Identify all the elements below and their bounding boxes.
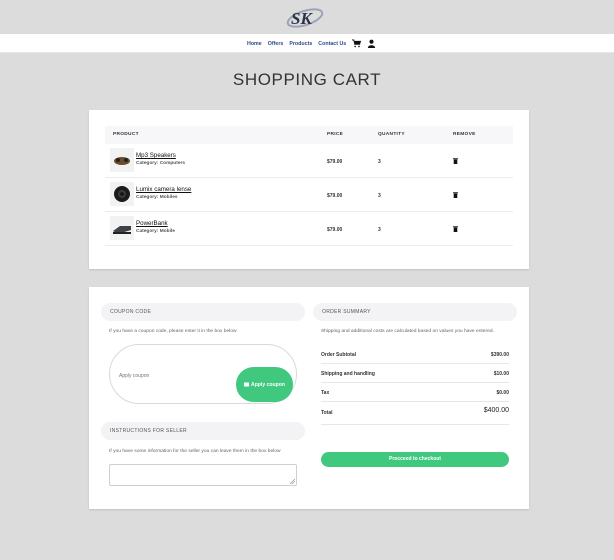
product-thumbnail[interactable]: [110, 216, 134, 240]
coupon-hint: If you have a coupon code, please enter …: [109, 329, 237, 334]
product-name-link[interactable]: Mp3 Speakers: [136, 152, 176, 159]
summary-row: Tax $0.00: [321, 384, 509, 402]
cart-icon[interactable]: [352, 39, 362, 48]
total-label: Total: [321, 410, 333, 416]
product-category: Category: Mobile: [136, 229, 175, 234]
total-value: $400.00: [483, 407, 509, 414]
trash-icon[interactable]: [453, 226, 458, 232]
product-quantity[interactable]: 3: [378, 227, 381, 233]
summary-total-row: Total $400.00: [321, 403, 509, 425]
coupon-input[interactable]: [117, 369, 221, 383]
nav-home[interactable]: Home: [247, 41, 262, 47]
trash-icon[interactable]: [453, 192, 458, 198]
checkout-card: COUPON CODE If you have a coupon code, p…: [89, 287, 529, 509]
product-quantity[interactable]: 3: [378, 159, 381, 165]
seller-instructions-textarea[interactable]: [109, 464, 297, 486]
apply-coupon-button[interactable]: Apply coupon: [236, 367, 293, 402]
coupon-field: Apply coupon: [109, 344, 297, 404]
coupon-heading: COUPON CODE: [101, 303, 305, 321]
product-category: Category: Computers: [136, 161, 186, 166]
summary-row: Order Subtotal $390.00: [321, 346, 509, 364]
seller-hint: If you have some information for the sel…: [109, 449, 281, 454]
cart-row: Lumix camera lense Category: Mobiles $79…: [105, 178, 513, 212]
ticket-icon: [244, 382, 250, 387]
nav-products[interactable]: Products: [289, 41, 312, 47]
proceed-to-checkout-button[interactable]: Procceed to checkout: [321, 452, 509, 467]
top-nav: Home Offers Products Contact Us: [0, 34, 614, 53]
col-remove: REMOVE: [453, 132, 476, 137]
resize-handle-icon[interactable]: [289, 478, 295, 484]
product-thumbnail[interactable]: [110, 148, 134, 172]
brand-logo[interactable]: SK: [286, 5, 326, 29]
summary-label: Order Subtotal: [321, 352, 357, 358]
logo-bar: SK: [0, 0, 614, 34]
summary-value: $0.00: [496, 390, 509, 396]
cart-row: Mp3 Speakers Category: Computers $79.00 …: [105, 144, 513, 178]
order-summary-note: Shipping and additional costs are calcul…: [321, 329, 494, 334]
cart-table-header: PRODUCT PRICE QUANTITY REMOVE: [105, 126, 513, 144]
summary-row: Shipping and handling $10.00: [321, 365, 509, 383]
product-name-link[interactable]: PowerBank: [136, 220, 168, 227]
user-icon[interactable]: [367, 39, 376, 48]
summary-label: Tax: [321, 390, 330, 396]
product-price: $79.00: [327, 227, 343, 233]
product-price: $79.00: [327, 159, 343, 165]
cart-card: PRODUCT PRICE QUANTITY REMOVE Mp3 Speake…: [89, 110, 529, 269]
col-product: PRODUCT: [113, 132, 139, 137]
seller-heading: INSTRUCTIONS FOR SELLER: [101, 422, 305, 440]
summary-value: $390.00: [490, 352, 509, 358]
page-title: SHOPPING CART: [232, 70, 382, 89]
summary-label: Shipping and handling: [321, 371, 375, 377]
cart-row: PowerBank Category: Mobile $79.00 3: [105, 212, 513, 246]
summary-value: $10.00: [493, 371, 509, 377]
nav-offers[interactable]: Offers: [268, 41, 284, 47]
product-quantity[interactable]: 3: [378, 193, 381, 199]
logo-text: SK: [291, 9, 313, 28]
trash-icon[interactable]: [453, 158, 458, 164]
nav-contact-us[interactable]: Contact Us: [318, 41, 346, 47]
product-name-link[interactable]: Lumix camera lense: [136, 186, 191, 193]
col-price: PRICE: [327, 132, 344, 137]
col-quantity: QUANTITY: [378, 132, 405, 137]
product-price: $79.00: [327, 193, 343, 199]
apply-coupon-label: Apply coupon: [251, 381, 285, 388]
product-category: Category: Mobiles: [136, 195, 178, 200]
order-summary-heading: ORDER SUMMARY: [313, 303, 517, 321]
product-thumbnail[interactable]: [110, 182, 134, 206]
